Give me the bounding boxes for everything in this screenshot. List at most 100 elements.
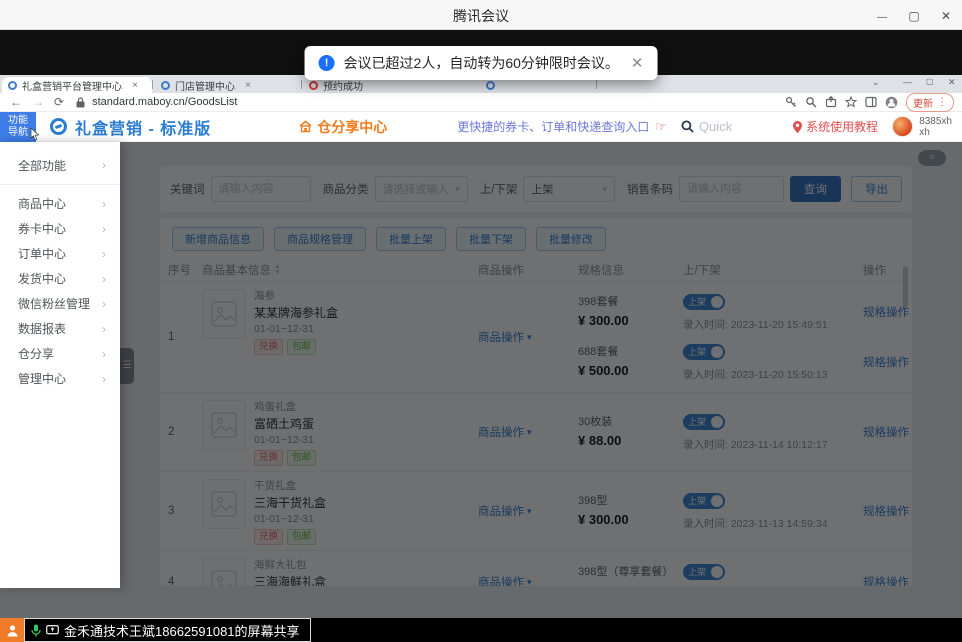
sidebar-item-order-center[interactable]: 订单中心	[0, 241, 120, 266]
tab-favicon	[486, 81, 495, 90]
onshelf-toggle[interactable]: 上架	[683, 294, 725, 310]
goods-table-panel: 新增商品信息 商品规格管理 批量上架 批量下架 批量修改 序号 商品基本信息▲▼…	[160, 218, 912, 586]
col-basic-info[interactable]: 商品基本信息▲▼	[202, 262, 478, 278]
spec-op-dropdown[interactable]: 规格操作	[863, 354, 912, 370]
sidebar-item-shipping-center[interactable]: 发货中心	[0, 266, 120, 291]
col-spec-info: 规格信息	[578, 262, 683, 278]
keyword-input[interactable]	[211, 176, 311, 202]
status-select[interactable]: 上架	[523, 176, 615, 202]
drawer-handle-icon[interactable]	[120, 348, 134, 384]
goods-date: 01-01~12-31	[254, 322, 338, 336]
promo-text[interactable]: 更快捷的券卡、订单和快递查询入口	[457, 118, 649, 135]
chevron-right-icon	[102, 297, 106, 311]
goods-op-dropdown[interactable]: 商品操作	[478, 556, 578, 586]
scrollbar-thumb[interactable]	[903, 266, 908, 308]
minimize-icon[interactable]	[866, 0, 898, 30]
goods-name: 三海海鲜礼盒	[254, 573, 326, 586]
table-header-row: 序号 商品基本信息▲▼ 商品操作 规格信息 上/下架 操作	[160, 258, 912, 282]
share-indicator: 金禾通技术王斌18662591081的屏幕共享	[24, 618, 311, 642]
batch-edit-button[interactable]: 批量修改	[536, 227, 606, 251]
goods-category: 干货礼盒	[254, 479, 326, 493]
lock-icon	[76, 97, 85, 108]
sidebar-item-data-report[interactable]: 数据报表	[0, 316, 120, 341]
forward-icon[interactable]: →	[32, 95, 44, 109]
onshelf-toggle[interactable]: 上架	[683, 493, 725, 509]
category-select[interactable]: 请选择或输入	[375, 176, 468, 202]
search-button[interactable]: 查询	[790, 176, 841, 202]
kebab-menu-icon[interactable]	[937, 97, 947, 108]
close-icon[interactable]	[930, 0, 962, 30]
spec-price: ¥ 88.00	[578, 433, 683, 448]
sidebar-item-goods-center[interactable]: 商品中心	[0, 191, 120, 216]
barcode-input[interactable]	[679, 176, 784, 202]
entry-time: 录入时间: 2023-11-20 15:50:13	[683, 367, 863, 382]
goods-op-dropdown[interactable]: 商品操作	[478, 477, 578, 545]
browser-maximize-icon[interactable]: ▢	[926, 77, 934, 86]
keyword-label: 关键词	[170, 181, 205, 197]
onshelf-toggle[interactable]: 上架	[683, 414, 725, 430]
sidebar-item-wechat-fans[interactable]: 微信粉丝管理	[0, 291, 120, 316]
bookmark-star-icon[interactable]	[845, 96, 857, 108]
banner-close-icon[interactable]	[631, 54, 644, 72]
user-avatar[interactable]	[892, 116, 913, 137]
image-placeholder-icon	[211, 412, 237, 438]
sidebar-item-all-functions[interactable]: 全部功能	[0, 150, 120, 180]
goods-category: 海参	[254, 289, 338, 303]
tag-freeship: 包邮	[287, 529, 316, 545]
spec-op-dropdown[interactable]: 规格操作	[863, 424, 912, 440]
url-text[interactable]: standard.maboy.cn/GoodsList	[92, 96, 237, 108]
spec-row: 688套餐¥ 500.00 上架 录入时间: 2023-11-20 15:50:…	[578, 337, 912, 387]
collapse-chevrons-icon[interactable]	[918, 150, 946, 166]
tab-close-icon[interactable]	[241, 80, 255, 91]
side-panel-icon[interactable]	[865, 96, 877, 108]
entry-time: 录入时间: 2023-11-14 10:12:17	[683, 437, 863, 452]
shared-browser-window: 礼盒营销平台管理中心 门店管理中心 预约成功 ⌄ — ▢ ✕	[0, 75, 962, 618]
tab-separator	[152, 80, 153, 89]
onshelf-toggle[interactable]: 上架	[683, 564, 725, 580]
chevron-right-icon	[102, 347, 106, 361]
profile-icon[interactable]	[885, 96, 898, 109]
key-icon[interactable]	[785, 96, 797, 108]
col-goods-op: 商品操作	[478, 262, 578, 278]
spec-name: 398套餐	[578, 296, 683, 309]
batch-onshelf-button[interactable]: 批量上架	[376, 227, 446, 251]
quick-search[interactable]: Quick	[681, 119, 732, 134]
onshelf-toggle[interactable]: 上架	[683, 344, 725, 360]
tab-close-icon[interactable]	[128, 80, 142, 91]
chevron-right-icon	[102, 158, 106, 172]
spec-op-dropdown[interactable]: 规格操作	[863, 574, 912, 586]
sort-icon[interactable]: ▲▼	[274, 264, 281, 276]
goods-name: 某某牌海参礼盒	[254, 304, 338, 321]
goods-op-dropdown[interactable]: 商品操作	[478, 287, 578, 387]
goods-date: 01-01~12-31	[254, 512, 326, 526]
search-icon	[681, 120, 694, 133]
spec-price: ¥ 300.00	[578, 512, 683, 527]
browser-tabs-menu-icon[interactable]: ⌄	[872, 77, 880, 88]
sidebar-item-card-center[interactable]: 券卡中心	[0, 216, 120, 241]
browser-update-chip[interactable]: 更新	[906, 93, 954, 112]
back-icon[interactable]: ←	[10, 95, 22, 109]
maximize-icon[interactable]	[898, 0, 930, 30]
share-center-link[interactable]: 仓分享中心	[299, 117, 387, 137]
add-goods-button[interactable]: 新增商品信息	[172, 227, 264, 251]
browser-minimize-icon[interactable]: —	[903, 77, 912, 87]
sidebar-item-admin-center[interactable]: 管理中心	[0, 366, 120, 391]
refresh-icon[interactable]: ⟳	[54, 95, 64, 109]
sidebar-item-warehouse-share[interactable]: 仓分享	[0, 341, 120, 366]
tab-store-admin[interactable]: 门店管理中心	[155, 77, 300, 93]
zoom-icon[interactable]	[805, 96, 817, 108]
browser-close-icon[interactable]: ✕	[948, 77, 956, 88]
col-index: 序号	[168, 262, 202, 278]
spec-op-dropdown[interactable]: 规格操作	[863, 503, 912, 519]
share-icon[interactable]	[825, 96, 837, 108]
batch-offshelf-button[interactable]: 批量下架	[456, 227, 526, 251]
spec-name: 398型（尊享套餐）	[578, 566, 683, 579]
export-button[interactable]: 导出	[851, 176, 902, 202]
tab-giftbox-admin[interactable]: 礼盒营销平台管理中心	[2, 77, 152, 93]
mouse-cursor-icon	[30, 128, 40, 141]
table-row: 3 干货礼盒 三海干货礼盒 01-01~12-31 兑换	[160, 472, 912, 551]
goods-op-dropdown[interactable]: 商品操作	[478, 398, 578, 466]
goods-basic-info: 鸡蛋礼盒 富硒土鸡蛋 01-01~12-31 兑换 包邮	[202, 398, 478, 466]
spec-manage-button[interactable]: 商品规格管理	[274, 227, 366, 251]
system-tutorial-link[interactable]: 系统使用教程	[793, 118, 878, 135]
